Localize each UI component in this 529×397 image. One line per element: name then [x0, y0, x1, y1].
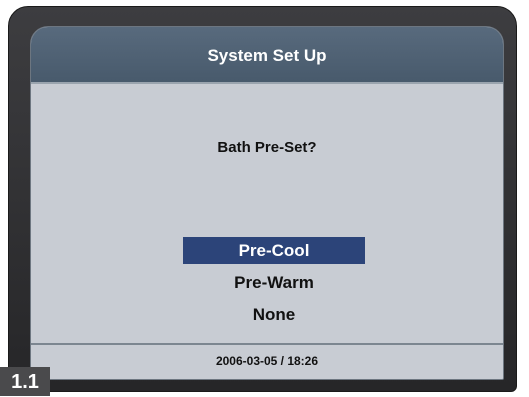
display-screen: System Set Up Bath Pre-Set? Pre-Cool Pre… [30, 26, 504, 380]
status-footer: 2006-03-05 / 18:26 [31, 343, 503, 379]
option-none[interactable]: None [183, 301, 365, 328]
option-pre-warm[interactable]: Pre-Warm [183, 269, 365, 296]
option-pre-cool[interactable]: Pre-Cool [183, 237, 365, 264]
date-time: 2006-03-05 / 18:26 [215, 354, 319, 368]
figure-label: 1.1 [0, 367, 50, 396]
screen-title: System Set Up [207, 46, 327, 65]
prompt-question: Bath Pre-Set? [217, 139, 317, 156]
title-bar: System Set Up [31, 27, 503, 84]
